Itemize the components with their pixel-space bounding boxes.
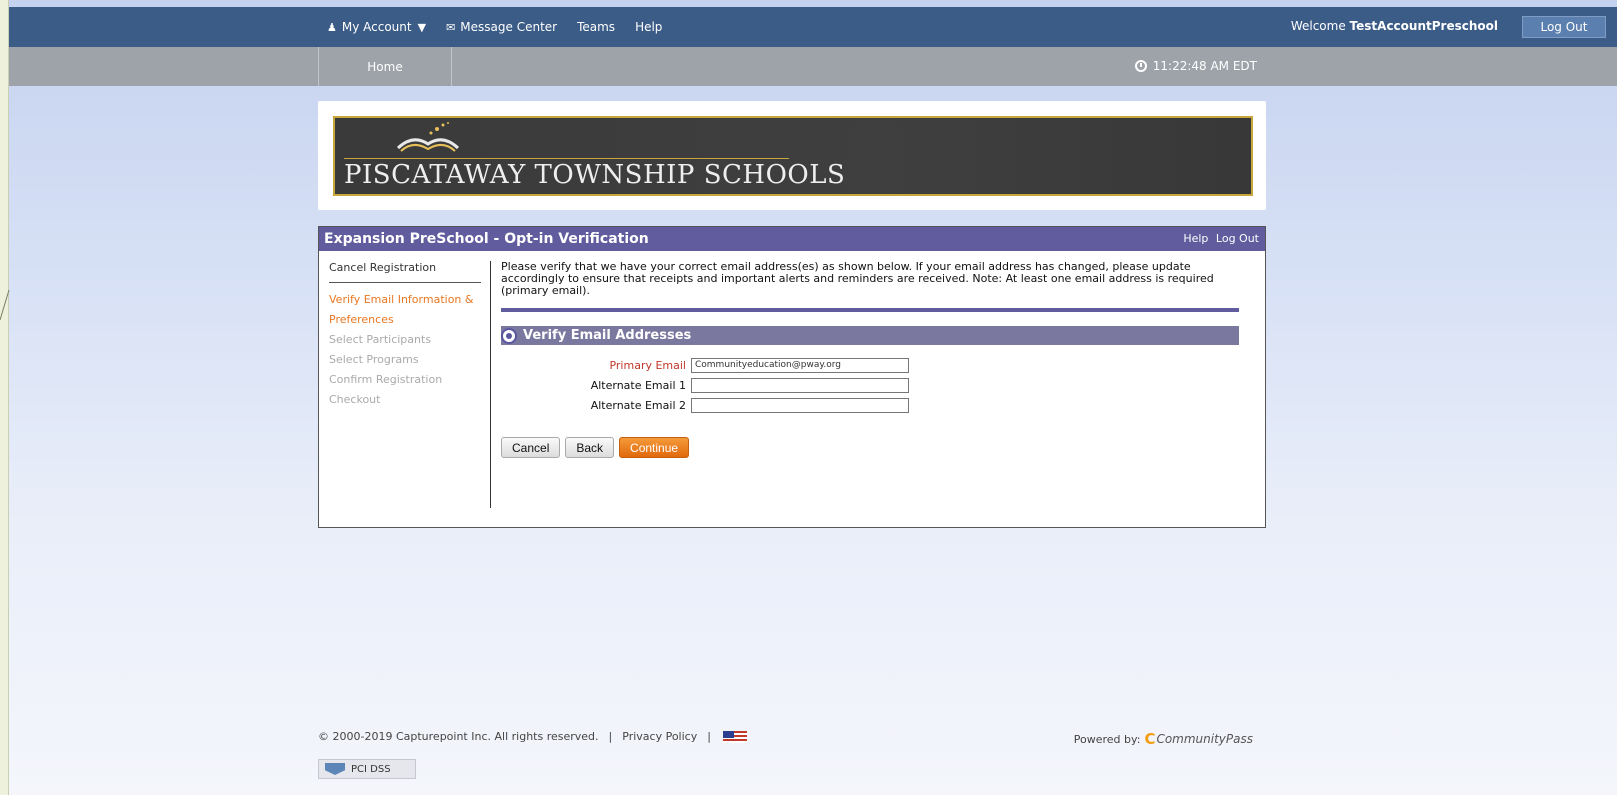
alternate-email-1-row: Alternate Email 1	[501, 375, 1241, 395]
top-navigation-bar: ♟ My Account ▼ ✉ Message Center Teams He…	[9, 7, 1617, 47]
pci-dss-badge: PCI DSS	[318, 759, 416, 779]
email-form: Primary Email Alternate Email 1 Alternat…	[501, 355, 1241, 415]
message-center-link[interactable]: ✉ Message Center	[446, 20, 557, 34]
banner-card: PISCATAWAY TOWNSHIP SCHOOLS	[318, 101, 1266, 210]
secondary-nav-bar: Home 11:22:48 AM EDT	[9, 47, 1617, 86]
alternate-email-2-row: Alternate Email 2	[501, 395, 1241, 415]
back-button[interactable]: Back	[565, 437, 615, 458]
home-tab[interactable]: Home	[318, 47, 452, 86]
us-flag-icon[interactable]	[722, 730, 747, 743]
alternate-email-2-label: Alternate Email 2	[590, 398, 686, 412]
communitypass-mark-icon: C	[1144, 730, 1156, 748]
clock-icon	[1134, 60, 1147, 72]
section-separator	[501, 308, 1239, 312]
school-name: PISCATAWAY TOWNSHIP SCHOOLS	[344, 160, 846, 190]
caret-down-icon: ▼	[417, 20, 427, 34]
main-content: Please verify that we have your correct …	[501, 261, 1241, 458]
user-icon: ♟	[327, 20, 337, 34]
clock-display: 11:22:48 AM EDT	[1134, 59, 1257, 73]
help-link-header[interactable]: Help	[1183, 232, 1208, 245]
powered-by: Powered by: C CommunityPass	[1073, 730, 1253, 748]
banner-rule	[344, 158, 789, 159]
cancel-button[interactable]: Cancel	[501, 437, 561, 458]
open-book-logo-icon	[396, 122, 460, 152]
primary-email-input[interactable]	[691, 357, 909, 373]
page-footer: © 2000-2019 Capturepoint Inc. All rights…	[318, 730, 1253, 748]
step-select-participants: Select Participants	[329, 333, 432, 346]
copyright-text: © 2000-2019 Capturepoint Inc. All rights…	[318, 730, 599, 743]
step-verify-email[interactable]: Verify Email Information & Preferences	[329, 290, 481, 330]
section-bullet-icon	[501, 327, 517, 344]
intro-text: Please verify that we have your correct …	[501, 260, 1214, 297]
cancel-registration-link[interactable]: Cancel Registration	[329, 261, 481, 283]
username: TestAccountPreschool	[1349, 19, 1498, 33]
logout-link-header[interactable]: Log Out	[1216, 232, 1259, 245]
alternate-email-1-label: Alternate Email 1	[590, 378, 686, 392]
section-header: Verify Email Addresses	[501, 326, 1239, 345]
step-confirm-registration: Confirm Registration	[329, 373, 443, 386]
alternate-email-1-input[interactable]	[691, 377, 909, 393]
my-account-menu[interactable]: ♟ My Account ▼	[327, 20, 426, 34]
card-header: Expansion PreSchool - Opt-in Verificatio…	[319, 227, 1265, 251]
primary-email-label: Primary Email	[609, 358, 686, 372]
step-checkout: Checkout	[329, 393, 381, 406]
shield-icon	[325, 763, 345, 775]
envelope-icon: ✉	[446, 20, 456, 34]
welcome-message: Welcome TestAccountPreschool	[1290, 19, 1498, 33]
form-buttons: Cancel Back Continue	[501, 437, 1241, 458]
logout-button[interactable]: Log Out	[1522, 16, 1606, 38]
registration-steps-sidebar: Cancel Registration Verify Email Informa…	[329, 261, 481, 410]
sidebar-divider	[490, 261, 491, 508]
slide-frame-left	[0, 0, 9, 795]
help-link[interactable]: Help	[635, 20, 662, 34]
footer-separator: |	[608, 730, 613, 743]
primary-email-row: Primary Email	[501, 355, 1241, 375]
alternate-email-2-input[interactable]	[691, 397, 909, 413]
step-select-programs: Select Programs	[329, 353, 419, 366]
privacy-policy-link[interactable]: Privacy Policy	[622, 730, 697, 743]
registration-card: Expansion PreSchool - Opt-in Verificatio…	[318, 226, 1266, 528]
school-banner: PISCATAWAY TOWNSHIP SCHOOLS	[333, 116, 1253, 196]
page-title: Expansion PreSchool - Opt-in Verificatio…	[324, 231, 649, 247]
footer-separator: |	[707, 730, 711, 743]
continue-button[interactable]: Continue	[619, 437, 690, 458]
teams-link[interactable]: Teams	[577, 20, 615, 34]
communitypass-logo[interactable]: C CommunityPass	[1144, 730, 1253, 748]
